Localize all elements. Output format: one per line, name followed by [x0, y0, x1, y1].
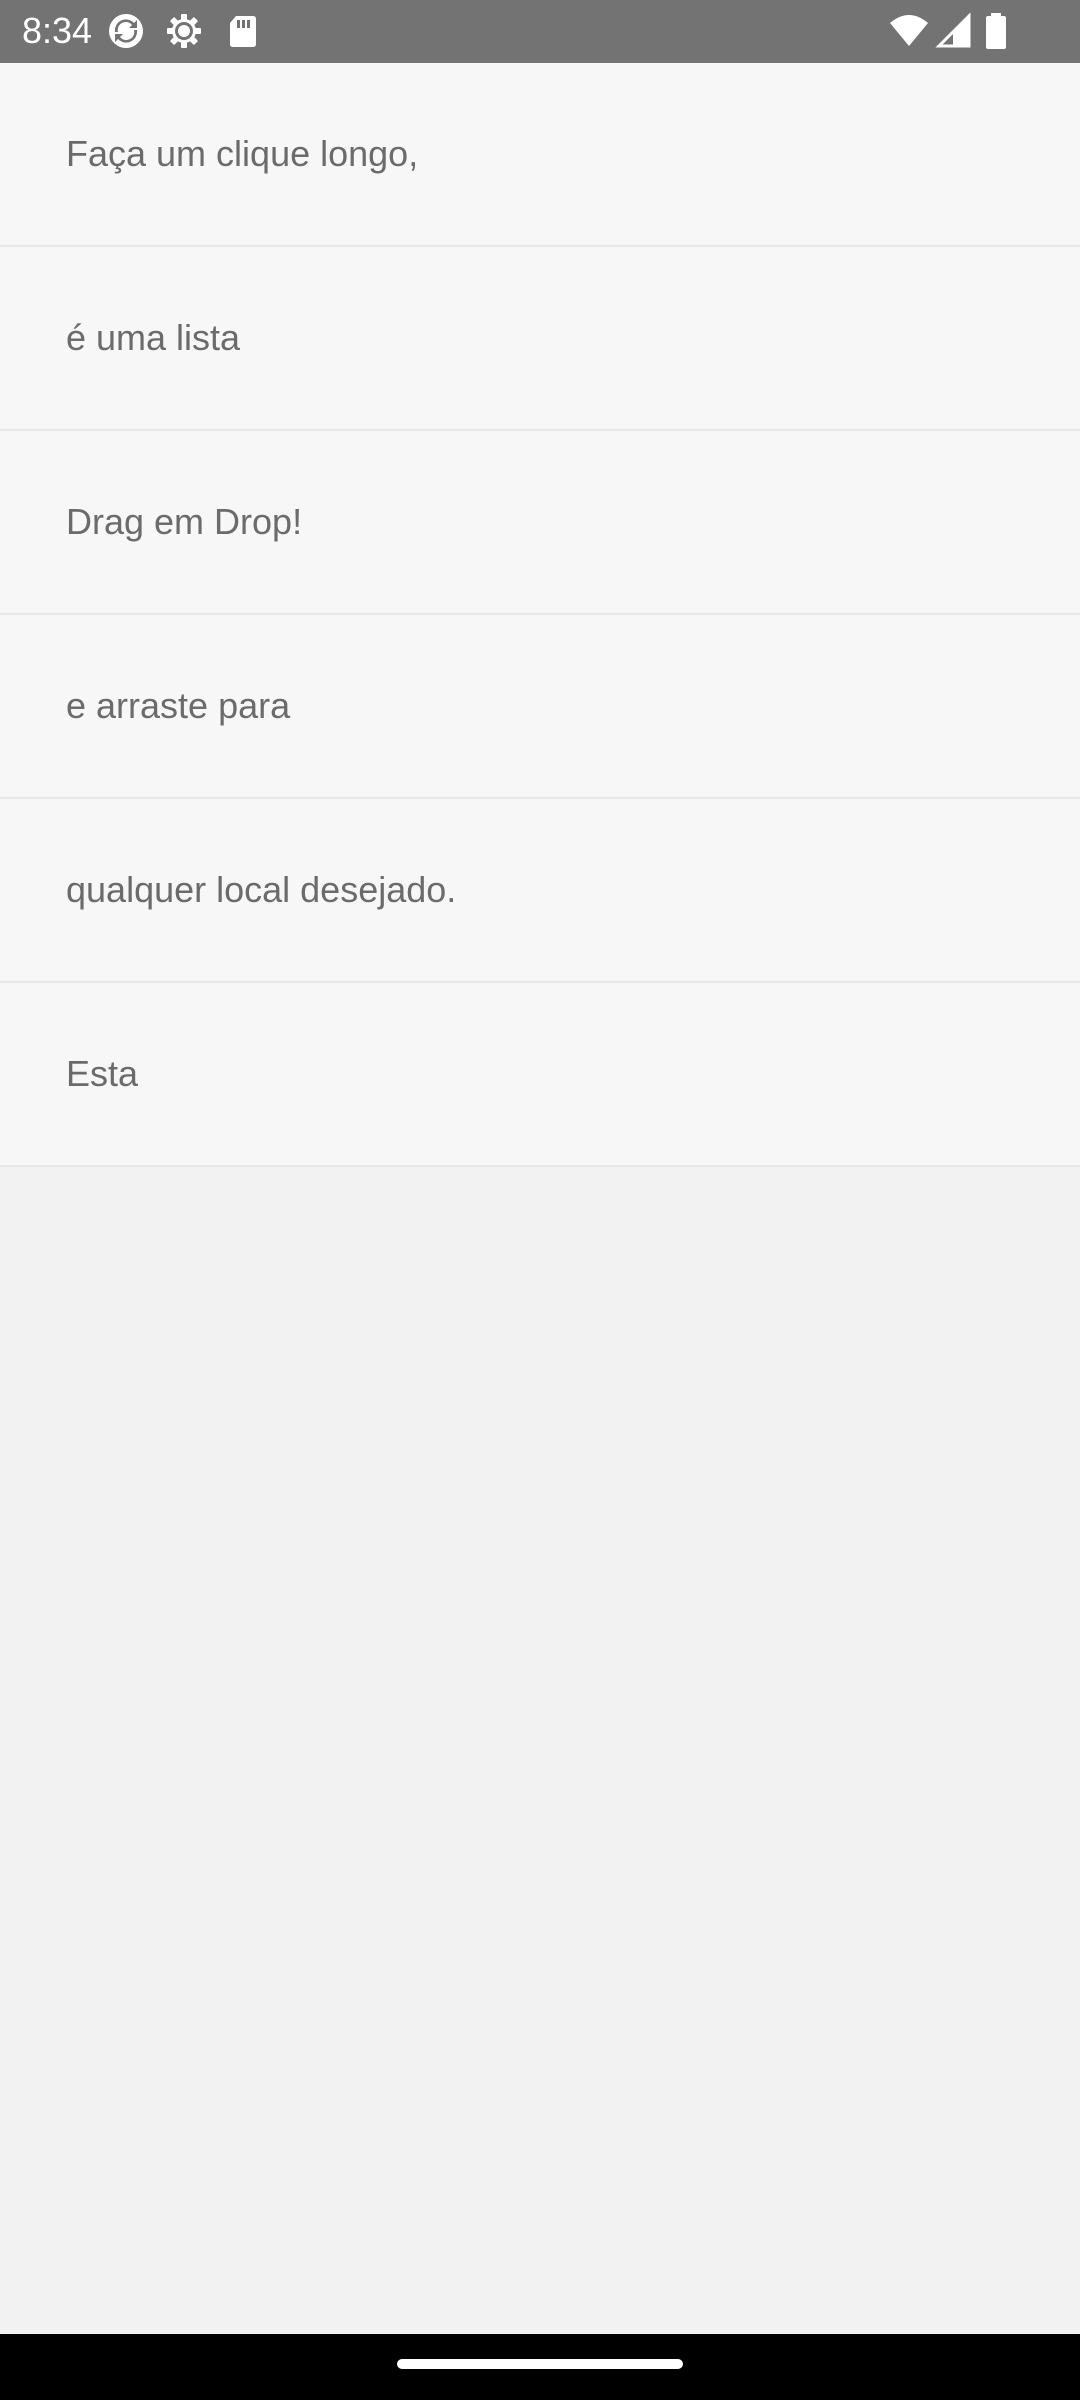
status-bar: 8:34 [0, 0, 1080, 63]
list-item[interactable]: Faça um clique longo, [0, 63, 1080, 247]
sd-card-icon [223, 11, 263, 51]
list-item-label: Esta [66, 1053, 139, 1094]
status-time: 8:34 [22, 10, 93, 51]
list-item-label: qualquer local desejado. [66, 869, 457, 910]
list-item[interactable]: Drag em Drop! [0, 431, 1080, 615]
sync-icon [106, 11, 146, 51]
list-item-label: Drag em Drop! [66, 501, 303, 542]
signal-icon [935, 11, 975, 51]
list-item-label: e arraste para [66, 685, 291, 726]
list-item-label: é uma lista [66, 317, 241, 358]
settings-icon [164, 11, 204, 51]
wifi-icon [888, 11, 930, 51]
list-item[interactable]: Esta [0, 983, 1080, 1167]
home-indicator[interactable] [397, 2359, 683, 2369]
list-item[interactable]: qualquer local desejado. [0, 799, 1080, 983]
navigation-bar [0, 2334, 1080, 2400]
list-item[interactable]: é uma lista [0, 247, 1080, 431]
drag-drop-list: Faça um clique longo, é uma lista Drag e… [0, 63, 1080, 1167]
battery-icon [982, 11, 1010, 51]
list-item-label: Faça um clique longo, [66, 133, 419, 174]
list-item[interactable]: e arraste para [0, 615, 1080, 799]
